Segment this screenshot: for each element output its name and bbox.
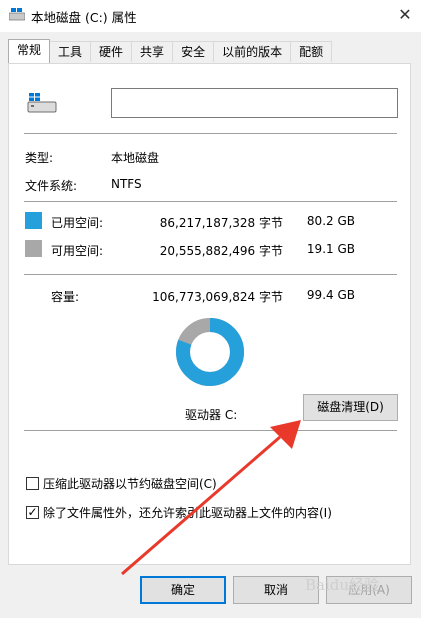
free-space-bytes: 20,555,882,496 字节	[159, 244, 283, 258]
close-icon: ✕	[398, 5, 412, 24]
disk-cleanup-button[interactable]: 磁盘清理(D)	[303, 394, 398, 421]
divider	[24, 201, 397, 202]
disk-usage-donut	[176, 318, 244, 386]
compress-label[interactable]: 压缩此驱动器以节约磁盘空间(C)	[43, 475, 217, 492]
checkmark-icon: ✓	[27, 505, 38, 519]
tab-hardware[interactable]: 硬件	[90, 41, 133, 62]
capacity-bytes: 106,773,069,824 字节	[152, 290, 283, 304]
tab-strip: 常规 工具 硬件 共享 安全 以前的版本 配额	[8, 39, 333, 63]
capacity-label: 容量:	[51, 290, 80, 304]
tab-previous-versions[interactable]: 以前的版本	[213, 41, 292, 62]
drive-icon	[9, 8, 25, 21]
filesystem-label: 文件系统:	[25, 179, 78, 193]
title-bar: 本地磁盘 (C:) 属性 ✕	[0, 0, 421, 32]
used-space-size: 80.2 GB	[306, 214, 355, 228]
filesystem-value: NTFS	[111, 177, 142, 191]
divider	[24, 274, 397, 275]
tab-quota[interactable]: 配额	[290, 41, 333, 62]
used-space-label: 已用空间:	[51, 216, 104, 230]
drive-letter-label: 驱动器 C:	[185, 408, 238, 422]
divider	[24, 430, 397, 431]
divider	[24, 133, 397, 134]
index-checkbox[interactable]: ✓	[26, 506, 39, 519]
type-value: 本地磁盘	[111, 151, 160, 165]
ok-button[interactable]: 确定	[140, 576, 226, 604]
drive-name-input[interactable]	[111, 88, 398, 118]
used-space-swatch	[25, 212, 42, 229]
free-space-swatch	[25, 240, 42, 257]
drive-large-icon	[27, 93, 57, 113]
compress-checkbox[interactable]	[26, 477, 39, 490]
tab-tools[interactable]: 工具	[49, 41, 92, 62]
capacity-size: 99.4 GB	[306, 288, 355, 302]
tab-sharing[interactable]: 共享	[131, 41, 174, 62]
tab-security[interactable]: 安全	[172, 41, 215, 62]
free-space-label: 可用空间:	[51, 244, 104, 258]
watermark: Baidu经验	[305, 576, 380, 594]
used-space-bytes: 86,217,187,328 字节	[159, 216, 283, 230]
window-title: 本地磁盘 (C:) 属性	[31, 10, 137, 25]
tab-general[interactable]: 常规	[8, 39, 51, 63]
index-label[interactable]: 除了文件属性外，还允许索引此驱动器上文件的内容(I)	[43, 504, 332, 521]
free-space-size: 19.1 GB	[306, 242, 355, 256]
close-button[interactable]: ✕	[389, 0, 421, 32]
type-label: 类型:	[25, 151, 54, 165]
